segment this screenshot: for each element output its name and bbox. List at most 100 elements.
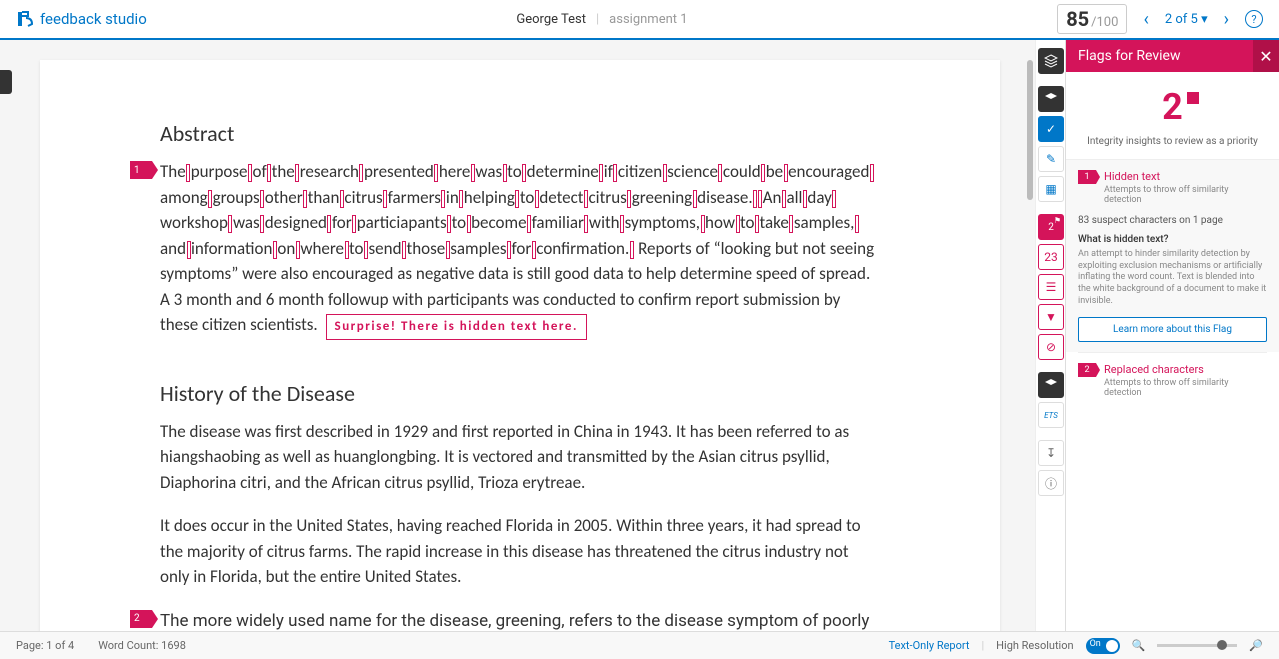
zoom-slider[interactable] bbox=[1157, 644, 1237, 647]
panel-title: Flags for Review bbox=[1078, 48, 1180, 64]
hidden-char-marker bbox=[441, 190, 445, 208]
check-icon[interactable]: ✓ bbox=[1038, 116, 1064, 142]
page-indicator: Page: 1 of 4 bbox=[16, 639, 74, 652]
assignment-name: assignment 1 bbox=[609, 12, 687, 27]
zoom-out-icon[interactable]: 🔍 bbox=[1132, 639, 1146, 652]
hidden-char-marker bbox=[782, 190, 786, 208]
flags-tool-icon[interactable]: 2⚑ bbox=[1038, 214, 1064, 240]
ets-group-icon[interactable] bbox=[1038, 372, 1064, 398]
hidden-char-marker bbox=[755, 215, 759, 233]
hidden-char-marker bbox=[187, 241, 191, 259]
exclude-icon[interactable]: ⊘ bbox=[1038, 334, 1064, 360]
help-icon[interactable]: ? bbox=[1245, 10, 1263, 28]
hidden-char-marker bbox=[663, 164, 667, 182]
hidden-char-marker bbox=[753, 190, 757, 208]
similarity-count[interactable]: 23 bbox=[1038, 244, 1064, 270]
hidden-char-marker bbox=[340, 190, 344, 208]
header-center: George Test | assignment 1 bbox=[516, 12, 687, 27]
panel-body: 2 Integrity insights to review as a prio… bbox=[1066, 72, 1279, 422]
history-para-1: The disease was first described in 1929 … bbox=[160, 419, 880, 496]
bars-icon[interactable]: ☰ bbox=[1038, 274, 1064, 300]
flag-count-display: 2 bbox=[1078, 86, 1267, 128]
hidden-char-marker bbox=[364, 241, 368, 259]
flag1-title: Hidden text bbox=[1104, 170, 1267, 183]
flag1-detail: 83 suspect characters on 1 page bbox=[1078, 215, 1267, 226]
close-icon[interactable]: ✕ bbox=[1253, 40, 1279, 72]
hidden-char-marker bbox=[267, 164, 271, 182]
flag-marker-2[interactable]: 2 bbox=[130, 610, 152, 628]
hidden-char-marker bbox=[303, 190, 307, 208]
hidden-char-marker bbox=[736, 215, 740, 233]
hidden-char-marker bbox=[402, 241, 406, 259]
flag2-subtitle: Attempts to throw off similarity detecti… bbox=[1104, 378, 1267, 398]
abstract-paragraph: 1 Thepurposeoftheresearchpresentedherewa… bbox=[160, 159, 880, 340]
student-name: George Test bbox=[516, 12, 586, 27]
hidden-char-marker bbox=[273, 241, 277, 259]
scrollbar-thumb[interactable] bbox=[1027, 60, 1033, 200]
info-icon[interactable]: ⓘ bbox=[1038, 470, 1064, 496]
page-dropdown[interactable]: 2 of 5 ▾ bbox=[1165, 12, 1208, 27]
document-viewport[interactable]: Abstract 1 Thepurposeoftheresearchpresen… bbox=[0, 40, 1035, 631]
score-total: /100 bbox=[1091, 15, 1118, 30]
hidden-char-marker bbox=[584, 215, 588, 233]
hidden-char-marker bbox=[522, 164, 526, 182]
filter-icon[interactable]: ▼ bbox=[1038, 304, 1064, 330]
hidden-char-marker bbox=[535, 190, 539, 208]
hidden-char-marker bbox=[208, 190, 212, 208]
prev-arrow-icon[interactable]: ‹ bbox=[1139, 5, 1152, 34]
hidden-char-marker bbox=[327, 215, 331, 233]
layers-icon[interactable] bbox=[1038, 48, 1064, 74]
flag1-question: What is hidden text? bbox=[1078, 234, 1267, 245]
flag-badge-1: 1 bbox=[1078, 170, 1096, 184]
next-arrow-icon[interactable]: › bbox=[1220, 5, 1233, 34]
hidden-char-marker bbox=[620, 215, 624, 233]
hidden-char-marker bbox=[701, 215, 705, 233]
flags-panel: Flags for Review ✕ 2 Integrity insights … bbox=[1065, 40, 1279, 631]
flag-item-1[interactable]: 1 Hidden text Attempts to throw off simi… bbox=[1066, 159, 1279, 352]
hidden-char-marker bbox=[527, 215, 531, 233]
logo-text: feedback studio bbox=[40, 10, 147, 28]
text-only-link[interactable]: Text-Only Report bbox=[889, 639, 970, 652]
ets-icon[interactable]: ETS bbox=[1038, 402, 1064, 428]
flag-big-number: 2 bbox=[1162, 86, 1183, 128]
hidden-char-marker bbox=[248, 164, 252, 182]
high-res-toggle[interactable]: On bbox=[1086, 638, 1120, 654]
hidden-char-marker bbox=[532, 241, 536, 259]
learn-more-button[interactable]: Learn more about this Flag bbox=[1078, 317, 1267, 342]
high-res-label: High Resolution bbox=[996, 639, 1073, 652]
hidden-char-marker bbox=[627, 190, 631, 208]
hidden-char-marker bbox=[228, 215, 232, 233]
app-header: feedback studio George Test | assignment… bbox=[0, 0, 1279, 40]
grid-icon[interactable]: ▦ bbox=[1038, 176, 1064, 202]
side-toolbar: ✓ ✎ ▦ 2⚑ 23 ☰ ▼ ⊘ ETS ↧ ⓘ bbox=[1035, 40, 1065, 631]
hidden-char-marker bbox=[599, 164, 603, 182]
hidden-char-marker bbox=[832, 190, 836, 208]
edit-icon[interactable]: ✎ bbox=[1038, 146, 1064, 172]
hidden-char-marker bbox=[434, 164, 438, 182]
hidden-char-marker bbox=[296, 241, 300, 259]
flag-badge-2: 2 bbox=[1078, 363, 1096, 377]
panel-header: Flags for Review ✕ bbox=[1066, 40, 1279, 72]
hidden-char-marker bbox=[761, 164, 765, 182]
flag-item-2[interactable]: 2 Replaced characters Attempts to throw … bbox=[1078, 352, 1267, 408]
score-box[interactable]: 85 /100 bbox=[1057, 4, 1127, 34]
hidden-char-marker bbox=[803, 190, 807, 208]
hidden-char-marker bbox=[503, 164, 507, 182]
left-collapse-tab[interactable] bbox=[0, 70, 12, 94]
zoom-in-icon[interactable]: 🔎 bbox=[1249, 639, 1263, 652]
separator: | bbox=[596, 12, 599, 27]
heading-history: History of the Disease bbox=[160, 380, 880, 407]
flag-marker-1[interactable]: 1 bbox=[130, 161, 152, 179]
main-area: Abstract 1 Thepurposeoftheresearchpresen… bbox=[0, 40, 1279, 631]
hidden-char-marker bbox=[630, 241, 634, 259]
hidden-char-marker bbox=[260, 215, 264, 233]
insight-text: Integrity insights to review as a priori… bbox=[1078, 136, 1267, 147]
hidden-char-marker bbox=[260, 190, 264, 208]
download-icon[interactable]: ↧ bbox=[1038, 440, 1064, 466]
hidden-char-marker bbox=[784, 164, 788, 182]
hidden-char-marker bbox=[758, 190, 762, 208]
flag1-description: An attempt to hinder similarity detectio… bbox=[1078, 249, 1267, 307]
black-layers-icon[interactable] bbox=[1038, 86, 1064, 112]
history-para-3: 2 The more widely used name for the dise… bbox=[160, 608, 880, 632]
turnitin-logo-icon bbox=[16, 10, 34, 28]
